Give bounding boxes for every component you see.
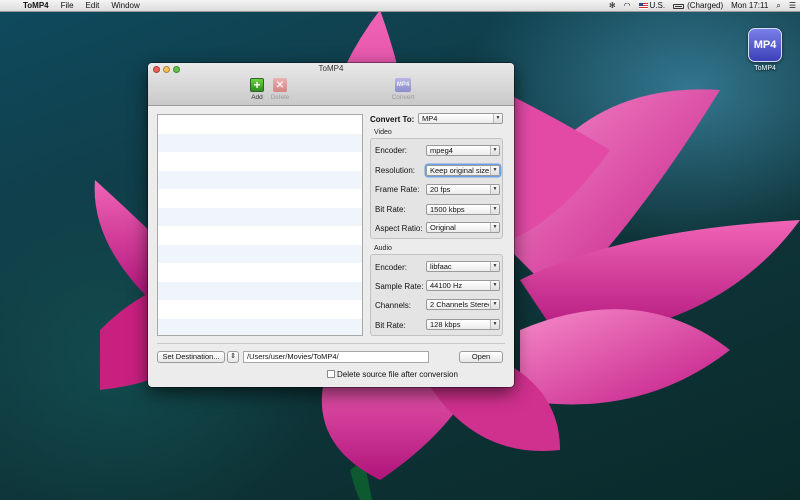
chevron-down-icon: ▼	[490, 262, 499, 271]
frame-rate-select[interactable]: 20 fps ▼	[426, 184, 500, 195]
video-bit-rate-label: Bit Rate:	[375, 205, 406, 214]
delete-label: Delete	[270, 94, 290, 101]
aspect-ratio-value: Original	[430, 223, 456, 232]
audio-encoder-select[interactable]: libfaac ▼	[426, 261, 500, 272]
notification-center-icon[interactable]: ☰	[785, 0, 800, 12]
delete-x-icon: ✕	[273, 78, 287, 92]
title-bar[interactable]: ToMP4 + Add ✕ Delete MP4 Convert	[148, 63, 514, 106]
menu-edit[interactable]: Edit	[80, 0, 106, 12]
us-flag-icon	[638, 2, 648, 9]
tomp4-window: ToMP4 + Add ✕ Delete MP4 Convert Convert…	[148, 63, 514, 387]
resolution-value: Keep original size	[430, 166, 489, 175]
set-destination-button[interactable]: Set Destination...	[157, 351, 225, 363]
file-list-row[interactable]	[158, 189, 362, 208]
file-list[interactable]	[157, 114, 363, 336]
video-encoder-label: Encoder:	[375, 146, 408, 155]
mp4-app-icon: MP4	[748, 28, 782, 62]
chevron-down-icon: ▼	[490, 146, 499, 155]
destination-stepper[interactable]: ⇕	[227, 351, 239, 363]
video-encoder-value: mpeg4	[430, 146, 453, 155]
input-source-menu[interactable]: U.S.	[635, 0, 670, 12]
delete-button[interactable]: ✕ Delete	[267, 78, 293, 101]
video-bit-rate-select[interactable]: 1500 kbps ▼	[426, 204, 500, 215]
desktop-icon-label: ToMP4	[754, 65, 776, 72]
file-list-row[interactable]	[158, 170, 362, 189]
frame-rate-label: Frame Rate:	[375, 185, 420, 194]
status-area: ✻ ◠ U.S. (Charged) Mon 17:11 ⌕ ☰	[605, 0, 800, 12]
delete-source-label: Delete source file after conversion	[337, 370, 458, 379]
battery-status: (Charged)	[687, 0, 724, 10]
separator	[157, 343, 505, 344]
clock[interactable]: Mon 17:11	[727, 0, 772, 12]
chevron-down-icon: ▼	[490, 223, 499, 232]
app-menu[interactable]: ToMP4	[17, 0, 55, 12]
frame-rate-value: 20 fps	[430, 185, 451, 194]
resolution-label: Resolution:	[375, 166, 416, 175]
resolution-select[interactable]: Keep original size ▼	[426, 165, 500, 176]
destination-path-field[interactable]: /Users/user/Movies/ToMP4/	[243, 351, 429, 363]
sample-rate-select[interactable]: 44100 Hz ▼	[426, 280, 500, 291]
chevron-down-icon: ▼	[490, 185, 499, 194]
file-list-row[interactable]	[158, 115, 362, 134]
chevron-down-icon: ▼	[490, 300, 499, 309]
channels-label: Channels:	[375, 301, 412, 310]
chevron-down-icon: ▼	[490, 281, 499, 290]
chevron-down-icon: ▼	[490, 320, 499, 329]
file-list-row[interactable]	[158, 281, 362, 300]
convert-label: Convert	[391, 94, 415, 101]
audio-bit-rate-select[interactable]: 128 kbps ▼	[426, 319, 500, 330]
channels-value: 2 Channels Stereo	[430, 300, 489, 309]
file-list-row[interactable]	[158, 207, 362, 226]
video-bit-rate-value: 1500 kbps	[430, 205, 465, 214]
sample-rate-value: 44100 Hz	[430, 281, 463, 290]
bluetooth-icon[interactable]: ✻	[605, 0, 620, 12]
delete-source-checkbox[interactable]	[327, 370, 335, 378]
file-list-row[interactable]	[158, 133, 362, 152]
channels-select[interactable]: 2 Channels Stereo ▼	[426, 299, 500, 310]
menu-bar: ToMP4 File Edit Window ✻ ◠ U.S. (Charged…	[0, 0, 800, 12]
file-list-row[interactable]	[158, 152, 362, 171]
battery-menu[interactable]: (Charged)	[669, 0, 727, 12]
video-encoder-select[interactable]: mpeg4 ▼	[426, 145, 500, 156]
audio-section-title: Audio	[374, 245, 392, 252]
wifi-icon[interactable]: ◠	[620, 0, 635, 12]
chevron-down-icon: ▼	[490, 205, 499, 214]
convert-button[interactable]: MP4 Convert	[390, 78, 416, 101]
file-list-row[interactable]	[158, 300, 362, 319]
convert-to-select[interactable]: MP4 ▼	[418, 113, 503, 124]
convert-mp4-icon: MP4	[395, 78, 411, 92]
audio-encoder-value: libfaac	[430, 262, 452, 271]
open-button[interactable]: Open	[459, 351, 503, 363]
menu-window[interactable]: Window	[105, 0, 145, 12]
file-list-row[interactable]	[158, 244, 362, 263]
battery-icon	[673, 3, 685, 9]
desktop-icon-tomp4[interactable]: MP4 ToMP4	[746, 28, 784, 72]
spotlight-search-icon[interactable]: ⌕	[772, 0, 784, 12]
chevron-down-icon: ▼	[490, 166, 499, 175]
audio-bit-rate-label: Bit Rate:	[375, 321, 406, 330]
input-source-label: U.S.	[649, 0, 666, 10]
window-title: ToMP4	[318, 64, 344, 73]
audio-bit-rate-value: 128 kbps	[430, 320, 461, 329]
add-plus-icon: +	[250, 78, 264, 92]
file-list-row[interactable]	[158, 226, 362, 245]
convert-to-label: Convert To:	[370, 115, 415, 124]
sample-rate-label: Sample Rate:	[375, 282, 424, 291]
file-list-row[interactable]	[158, 318, 362, 335]
aspect-ratio-select[interactable]: Original ▼	[426, 222, 500, 233]
file-list-row[interactable]	[158, 263, 362, 282]
menu-file[interactable]: File	[55, 0, 80, 12]
video-section-title: Video	[374, 129, 392, 136]
aspect-ratio-label: Aspect Ratio:	[375, 224, 423, 233]
convert-to-value: MP4	[422, 114, 438, 123]
audio-encoder-label: Encoder:	[375, 263, 408, 272]
chevron-down-icon: ▼	[493, 114, 502, 123]
